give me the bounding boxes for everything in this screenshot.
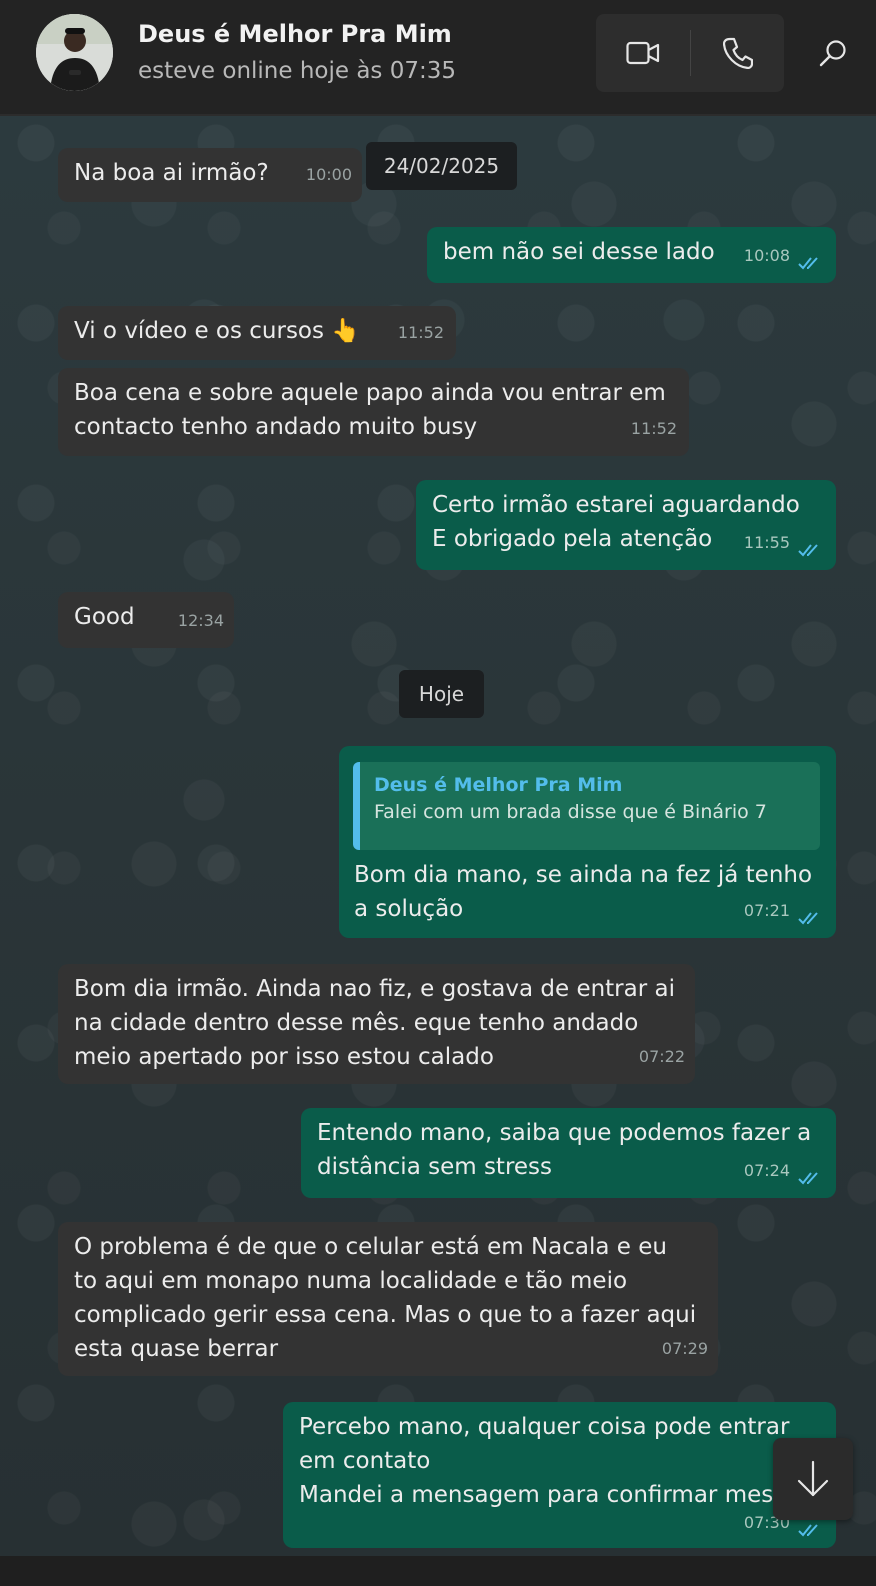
search-button[interactable]	[808, 30, 858, 76]
message-bubble[interactable]: O problema é de que o celular está em Na…	[58, 1222, 718, 1376]
read-ticks-icon	[798, 912, 818, 925]
message-time: 12:34	[177, 611, 224, 630]
composer-bar[interactable]	[0, 1556, 876, 1586]
message-text: O problema é de que o celular está em Na…	[74, 1234, 697, 1362]
quote-author: Deus é Melhor Pra Mim	[374, 774, 623, 796]
message-bubble[interactable]: Bom dia irmão. Ainda nao fiz, e gostava …	[58, 964, 695, 1084]
voice-call-button[interactable]	[691, 14, 784, 92]
message-time: 07:24	[743, 1161, 790, 1180]
date-chip: 24/02/2025	[366, 142, 517, 190]
chat-area[interactable]: Na boa ai irmão? 10:00 24/02/2025 bem nã…	[0, 116, 876, 1556]
search-icon	[819, 40, 846, 67]
video-call-icon	[626, 41, 660, 65]
message-time: 07:22	[638, 1047, 685, 1066]
message-text: Good	[74, 604, 135, 630]
message-text: Bom dia irmão. Ainda nao fiz, e gostava …	[74, 976, 675, 1070]
message-time: 07:21	[743, 901, 790, 920]
read-ticks-icon	[798, 1524, 818, 1537]
call-buttons-group	[596, 14, 784, 92]
message-text: bem não sei desse lado	[443, 239, 715, 265]
read-ticks-icon	[798, 257, 818, 270]
video-call-button[interactable]	[596, 14, 690, 92]
voice-call-icon	[722, 37, 753, 69]
contact-status: esteve online hoje às 07:35	[138, 58, 457, 84]
message-bubble[interactable]: Boa cena e sobre aquele papo ainda vou e…	[58, 368, 689, 456]
message-text: Na boa ai irmão?	[74, 160, 269, 186]
chat-header: Deus é Melhor Pra Mim esteve online hoje…	[0, 0, 876, 116]
message-time: 11:52	[397, 323, 444, 342]
contact-name[interactable]: Deus é Melhor Pra Mim	[138, 20, 452, 48]
message-bubble[interactable]: Entendo mano, saiba que podemos fazer a …	[301, 1108, 836, 1198]
message-time: 11:52	[630, 419, 677, 438]
message-bubble[interactable]: Good 12:34	[58, 592, 234, 648]
message-bubble[interactable]: Deus é Melhor Pra Mim Falei com um brada…	[339, 746, 836, 938]
message-text: Boa cena e sobre aquele papo ainda vou e…	[74, 380, 666, 440]
message-time: 07:29	[661, 1339, 708, 1358]
message-time: 10:08	[743, 246, 790, 265]
quoted-message[interactable]: Deus é Melhor Pra Mim Falei com um brada…	[353, 762, 820, 850]
message-time: 10:00	[305, 165, 352, 184]
arrow-down-icon	[797, 1460, 829, 1497]
message-bubble[interactable]: Na boa ai irmão? 10:00	[58, 148, 362, 202]
message-bubble[interactable]: Percebo mano, qualquer coisa pode entrar…	[283, 1402, 836, 1548]
message-time: 11:55	[743, 533, 790, 552]
scroll-to-bottom-button[interactable]	[773, 1438, 853, 1520]
message-bubble[interactable]: Certo irmão estarei aguardando E obrigad…	[416, 480, 836, 570]
message-text: Percebo mano, qualquer coisa pode entrar…	[299, 1414, 796, 1508]
message-text: Entendo mano, saiba que podemos fazer a …	[317, 1120, 812, 1180]
contact-avatar[interactable]	[36, 14, 113, 91]
quote-text: Falei com um brada disse que é Binário 7	[374, 801, 767, 823]
message-bubble[interactable]: Vi o vídeo e os cursos 👆 11:52	[58, 306, 456, 360]
message-text: Vi o vídeo e os cursos 👆	[74, 318, 360, 344]
message-bubble[interactable]: bem não sei desse lado 10:08	[427, 227, 836, 283]
read-ticks-icon	[798, 544, 818, 557]
date-chip: Hoje	[399, 670, 484, 718]
read-ticks-icon	[798, 1172, 818, 1185]
